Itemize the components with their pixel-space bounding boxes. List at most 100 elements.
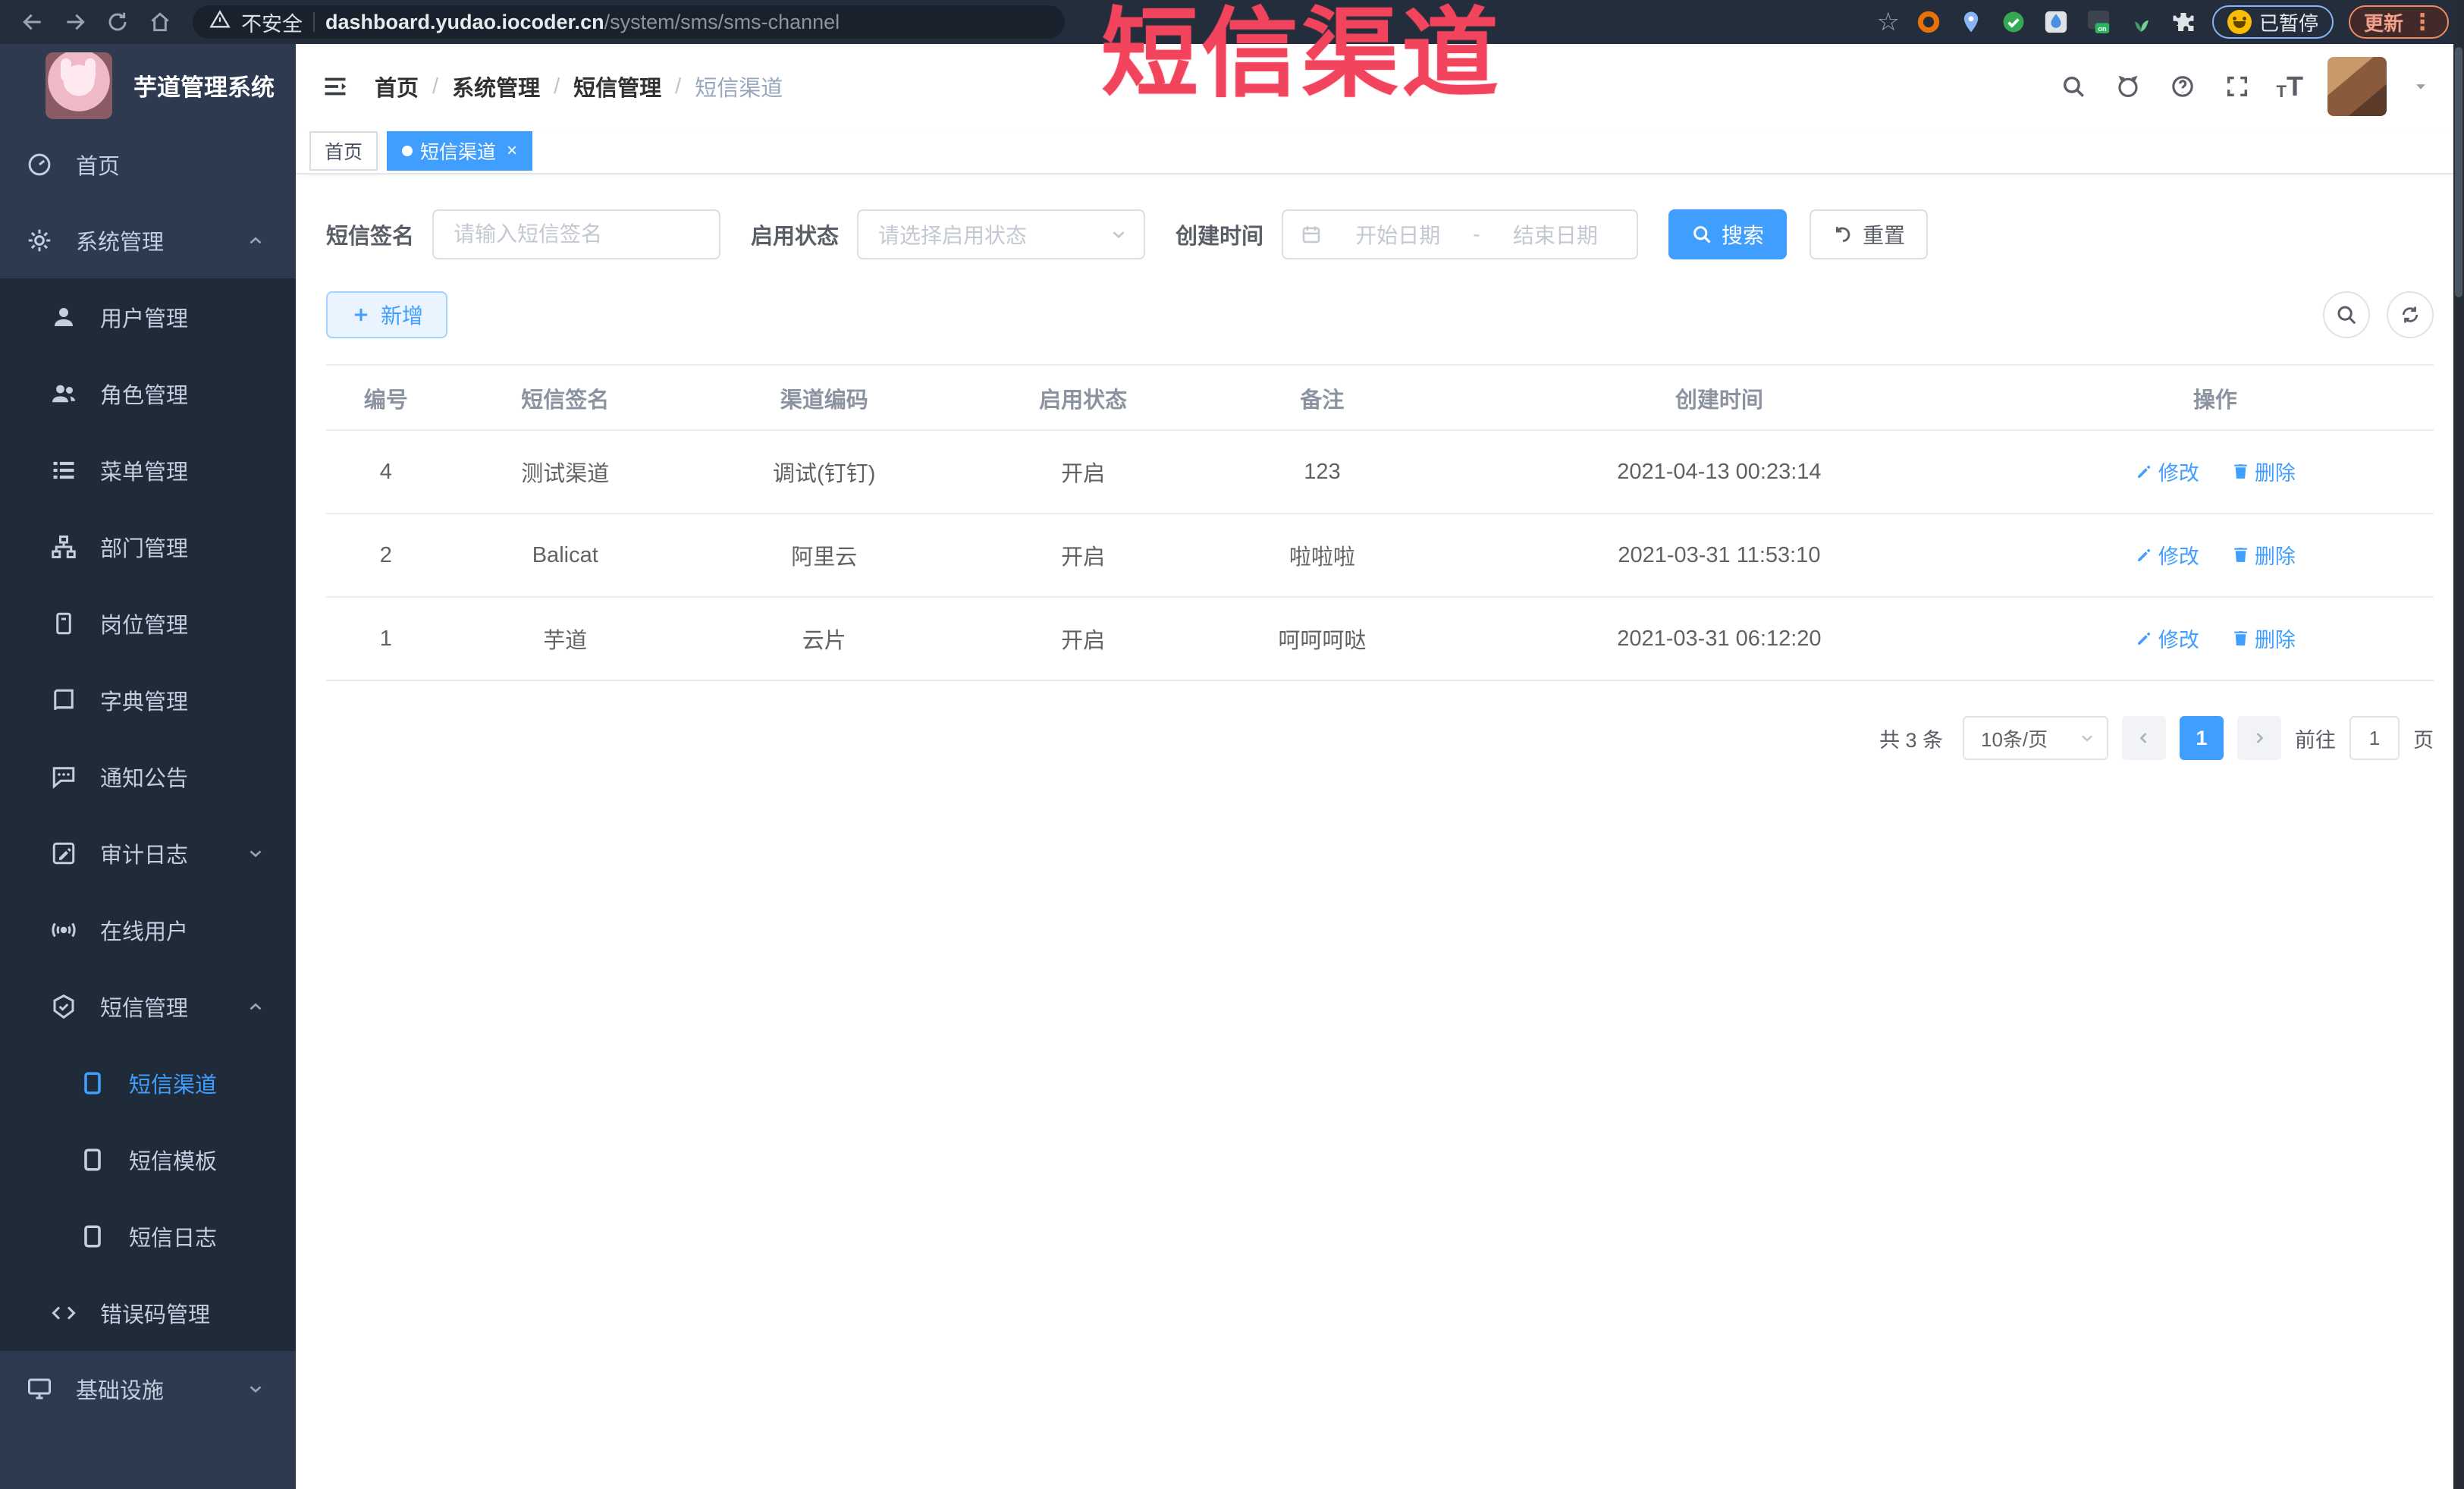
scrollbar-thumb[interactable] <box>2455 47 2462 297</box>
cell-code: 云片 <box>684 597 964 681</box>
breadcrumb-sms[interactable]: 短信管理 <box>573 71 661 102</box>
tab-sms-channel[interactable]: 短信渠道 × <box>387 131 533 171</box>
sidebar-item-posts[interactable]: 岗位管理 <box>0 585 296 661</box>
sidebar-item-label: 部门管理 <box>100 536 189 561</box>
trash-icon <box>2234 631 2247 646</box>
cell-id: 1 <box>326 597 446 681</box>
sidebar-item-audit-log[interactable]: 审计日志 <box>0 815 296 891</box>
profile-emoji-icon <box>2227 10 2252 34</box>
url-domain: dashboard.yudao.iocoder.cn <box>325 10 604 33</box>
page-size-select[interactable]: 10条/页 <box>1963 716 2108 760</box>
status-select[interactable]: 请选择启用状态 <box>857 209 1146 259</box>
browser-home-icon[interactable] <box>143 5 177 39</box>
table-row: 4 测试渠道 调试(钉钉) 开启 123 2021-04-13 00:23:14… <box>326 430 2434 514</box>
extensions-puzzle-icon[interactable] <box>2170 8 2197 36</box>
scrollbar[interactable] <box>2453 0 2464 1489</box>
breadcrumb-system[interactable]: 系统管理 <box>452 71 540 102</box>
user-caret-down-icon[interactable] <box>2411 71 2431 102</box>
delete-link[interactable]: 删除 <box>2231 624 2296 653</box>
sidebar-item-infrastructure[interactable]: 基础设施 <box>0 1351 296 1427</box>
sidebar-item-roles[interactable]: 角色管理 <box>0 355 296 432</box>
org-tree-icon <box>50 533 77 561</box>
sign-input[interactable] <box>454 222 700 247</box>
browser-reload-icon[interactable] <box>100 5 135 39</box>
url-path: /system/sms/sms-channel <box>604 10 840 33</box>
search-icon[interactable] <box>2058 71 2089 102</box>
bookmark-star-icon[interactable]: ☆ <box>1876 7 1899 37</box>
extension-check-icon[interactable] <box>2000 8 2027 36</box>
sidebar-item-sms-log[interactable]: 短信日志 <box>0 1198 296 1274</box>
fullscreen-icon[interactable] <box>2222 71 2252 102</box>
sidebar-item-sms-channel[interactable]: 短信渠道 <box>0 1044 296 1121</box>
edit-link[interactable]: 修改 <box>2135 457 2199 486</box>
extension-plant-icon[interactable] <box>2127 8 2155 36</box>
users-icon <box>50 380 77 407</box>
user-avatar[interactable] <box>2327 57 2387 116</box>
sidebar-item-departments[interactable]: 部门管理 <box>0 508 296 585</box>
sidebar-item-online-users[interactable]: 在线用户 <box>0 891 296 968</box>
app-logo-row[interactable]: 芋道管理系统 <box>0 44 296 127</box>
date-range-picker[interactable]: 开始日期 - 结束日期 <box>1282 209 1639 259</box>
search-button-label: 搜索 <box>1722 224 1765 247</box>
refresh-table-button[interactable] <box>2387 291 2434 338</box>
sidebar-item-users[interactable]: 用户管理 <box>0 278 296 355</box>
chevron-down-icon <box>246 1379 265 1399</box>
extension-on-badge-icon[interactable]: on <box>2085 8 2112 36</box>
github-icon[interactable] <box>2113 71 2143 102</box>
reset-button[interactable]: 重置 <box>1810 209 1929 259</box>
sidebar-item-menus[interactable]: 菜单管理 <box>0 432 296 508</box>
active-tab-dot <box>402 146 413 156</box>
sidebar-item-sms[interactable]: 短信管理 <box>0 968 296 1044</box>
sidebar-item-label: 错误码管理 <box>100 1302 211 1327</box>
hamburger-icon[interactable] <box>319 70 352 103</box>
tab-label: 首页 <box>325 142 363 163</box>
address-bar[interactable]: 不安全 dashboard.yudao.iocoder.cn/system/sm… <box>193 5 1065 39</box>
edit-link[interactable]: 修改 <box>2135 624 2199 653</box>
search-button[interactable]: 搜索 <box>1668 209 1788 259</box>
delete-link[interactable]: 删除 <box>2231 540 2296 570</box>
delete-link[interactable]: 删除 <box>2231 457 2296 486</box>
close-icon[interactable]: × <box>507 140 517 162</box>
font-size-icon[interactable]: TT <box>2277 73 2303 100</box>
cell-actions: 修改 删除 <box>1996 430 2434 514</box>
signal-icon <box>50 916 77 944</box>
sidebar-item-system[interactable]: 系统管理 <box>0 203 296 278</box>
add-button[interactable]: 新增 <box>326 291 448 338</box>
browser-update-button[interactable]: 更新 ⋮ <box>2348 5 2449 39</box>
browser-forward-icon[interactable] <box>58 5 93 39</box>
next-page-button[interactable] <box>2237 716 2281 760</box>
browser-toolbar-right: ☆ on 已暂停 更新 ⋮ <box>1876 5 2449 39</box>
cell-status: 开启 <box>963 597 1203 681</box>
browser-back-icon[interactable] <box>15 5 50 39</box>
chevron-up-icon <box>246 997 265 1016</box>
tab-home[interactable]: 首页 <box>309 131 378 171</box>
goto-page-input[interactable] <box>2349 716 2400 760</box>
delete-label: 删除 <box>2254 462 2296 485</box>
sidebar-item-home[interactable]: 首页 <box>0 127 296 203</box>
page-number-current[interactable]: 1 <box>2180 716 2224 760</box>
extension-droplet-icon[interactable] <box>2042 8 2070 36</box>
sidebar-item-label: 短信渠道 <box>129 1073 218 1098</box>
svg-text:on: on <box>2098 25 2107 33</box>
delete-label: 删除 <box>2254 545 2296 568</box>
breadcrumb-home[interactable]: 首页 <box>375 71 419 102</box>
chevron-right-icon <box>2256 733 2264 743</box>
toggle-search-button[interactable] <box>2323 291 2370 338</box>
update-label: 更新 <box>2363 11 2403 35</box>
edit-link[interactable]: 修改 <box>2135 540 2199 570</box>
sidebar-item-error-code[interactable]: 错误码管理 <box>0 1274 296 1351</box>
sidebar-item-sms-template[interactable]: 短信模板 <box>0 1121 296 1198</box>
browser-menu-kebab-icon[interactable]: ⋮ <box>2411 9 2434 36</box>
sidebar-submenu-system: 用户管理 角色管理 菜单管理 部门管理 岗位管理 字典管理 通知公告 审计日志 … <box>0 278 296 1351</box>
help-icon[interactable] <box>2167 71 2198 102</box>
sidebar-item-dict[interactable]: 字典管理 <box>0 661 296 738</box>
prev-page-button[interactable] <box>2122 716 2166 760</box>
date-start-placeholder[interactable]: 开始日期 <box>1333 219 1462 250</box>
extension-pin-icon[interactable] <box>1957 8 1985 36</box>
date-end-placeholder[interactable]: 结束日期 <box>1491 219 1620 250</box>
profile-paused-badge[interactable]: 已暂停 <box>2211 5 2334 39</box>
toolbar-row: 新增 <box>326 291 2434 338</box>
sidebar-item-notice[interactable]: 通知公告 <box>0 738 296 815</box>
col-sign: 短信签名 <box>445 364 685 431</box>
extension-orange-icon[interactable] <box>1915 8 1942 36</box>
